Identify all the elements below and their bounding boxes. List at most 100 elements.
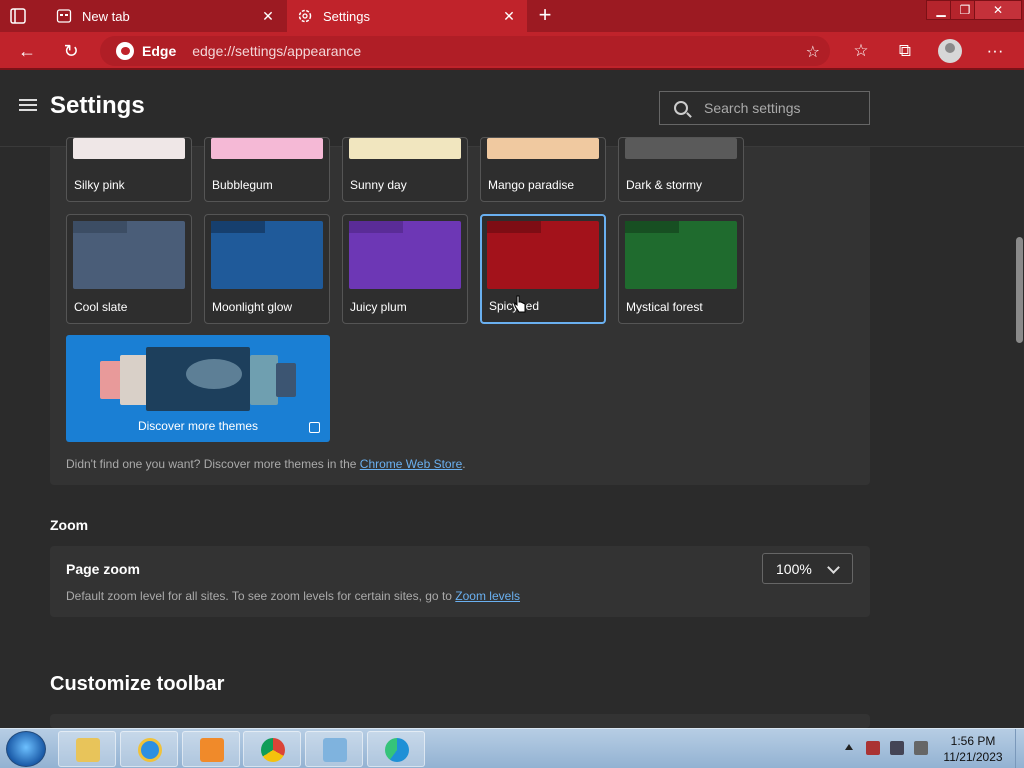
tab-title: New tab bbox=[82, 8, 130, 24]
reload-button[interactable]: ↻ bbox=[58, 38, 84, 64]
taskbar-ie[interactable] bbox=[120, 731, 178, 767]
search-input[interactable] bbox=[704, 100, 854, 116]
theme-moonlight-glow[interactable]: Moonlight glow bbox=[204, 214, 330, 324]
favorites-icon[interactable]: ☆ bbox=[848, 38, 874, 64]
media-player-icon bbox=[200, 738, 224, 762]
tab-settings[interactable]: Settings ✕ bbox=[287, 0, 527, 32]
add-favorite-icon[interactable]: ☆ bbox=[806, 42, 820, 62]
taskbar-control-panel[interactable] bbox=[305, 731, 363, 767]
theme-label: Sunny day bbox=[350, 178, 407, 192]
control-panel-icon bbox=[323, 738, 347, 762]
theme-mango-paradise[interactable]: Mango paradise bbox=[480, 137, 606, 202]
discover-more-themes-button[interactable]: Discover more themes bbox=[66, 335, 330, 442]
zoom-section-title: Zoom bbox=[50, 517, 89, 533]
edge-icon bbox=[385, 738, 409, 762]
customize-toolbar-title: Customize toolbar bbox=[50, 673, 225, 695]
search-box[interactable] bbox=[659, 91, 870, 125]
profile-avatar[interactable] bbox=[938, 39, 962, 63]
tab-title: Settings bbox=[323, 8, 370, 24]
address-brand: Edge bbox=[142, 43, 177, 59]
hand-cursor-icon bbox=[514, 295, 526, 313]
theme-label: Cool slate bbox=[74, 300, 128, 314]
theme-label: Mystical forest bbox=[626, 300, 703, 314]
theme-juicy-plum[interactable]: Juicy plum bbox=[342, 214, 468, 324]
scrollbar-track[interactable] bbox=[1014, 147, 1024, 728]
tab-strip: New tab ✕ Settings ✕ + ▁ ❐ ✕ bbox=[0, 0, 1024, 32]
volume-icon[interactable] bbox=[914, 741, 928, 755]
helper-text: Didn't find one you want? Discover more … bbox=[66, 457, 360, 471]
tab-new-tab[interactable]: New tab ✕ bbox=[46, 0, 286, 32]
flag-icon[interactable] bbox=[866, 741, 880, 755]
clock-date: 11/21/2023 bbox=[943, 750, 1003, 764]
taskbar-media-player[interactable] bbox=[182, 731, 240, 767]
browser-toolbar: ← ↻ Edge edge://settings/appearance ☆ ☆ … bbox=[0, 32, 1024, 70]
scrollbar-thumb[interactable] bbox=[1016, 237, 1023, 343]
themes-card: Silky pink Bubblegum Sunny day Mango par… bbox=[50, 137, 870, 485]
internet-explorer-icon bbox=[138, 738, 162, 762]
tab-close-icon[interactable]: ✕ bbox=[501, 8, 517, 25]
chrome-icon bbox=[261, 738, 285, 762]
zoom-value: 100% bbox=[776, 560, 812, 577]
back-button[interactable]: ← bbox=[14, 38, 40, 64]
helper-suffix: . bbox=[462, 457, 466, 471]
clock-time: 1:56 PM bbox=[950, 734, 996, 748]
gear-icon bbox=[297, 8, 313, 24]
network-icon[interactable] bbox=[890, 741, 904, 755]
theme-swatch bbox=[73, 221, 185, 289]
theme-silky-pink[interactable]: Silky pink bbox=[66, 137, 192, 202]
theme-label: Silky pink bbox=[74, 178, 125, 192]
tab-close-icon[interactable]: ✕ bbox=[260, 8, 276, 25]
external-link-icon bbox=[309, 422, 320, 433]
theme-spicy-red[interactable]: Spicy red bbox=[480, 214, 606, 324]
settings-header: Settings bbox=[0, 72, 1024, 147]
edge-logo-icon bbox=[116, 42, 134, 60]
chrome-web-store-link[interactable]: Chrome Web Store bbox=[360, 457, 463, 471]
address-url[interactable]: edge://settings/appearance bbox=[192, 43, 361, 59]
page-zoom-label: Page zoom bbox=[66, 561, 140, 577]
theme-swatch bbox=[625, 221, 737, 289]
tray-expand-icon[interactable] bbox=[845, 744, 853, 750]
zoom-desc-text: Default zoom level for all sites. To see… bbox=[66, 589, 456, 603]
theme-label: Mango paradise bbox=[488, 178, 575, 192]
themes-helper-text: Didn't find one you want? Discover more … bbox=[66, 457, 466, 471]
theme-swatch bbox=[625, 138, 737, 159]
customize-toolbar-card bbox=[50, 714, 870, 728]
theme-mystical-forest[interactable]: Mystical forest bbox=[618, 214, 744, 324]
close-window-button[interactable]: ✕ bbox=[974, 0, 1022, 20]
taskbar-edge[interactable] bbox=[367, 731, 425, 767]
theme-sunny-day[interactable]: Sunny day bbox=[342, 137, 468, 202]
tab-actions-icon[interactable] bbox=[8, 6, 28, 26]
collections-icon[interactable]: ⧉ bbox=[892, 38, 918, 64]
search-icon bbox=[674, 101, 688, 115]
theme-swatch bbox=[487, 138, 599, 159]
theme-dark-stormy[interactable]: Dark & stormy bbox=[618, 137, 744, 202]
page-zoom-description: Default zoom level for all sites. To see… bbox=[66, 589, 520, 603]
chevron-down-icon bbox=[827, 561, 840, 574]
address-bar[interactable]: Edge edge://settings/appearance ☆ bbox=[100, 36, 830, 66]
theme-label: Bubblegum bbox=[212, 178, 273, 192]
show-desktop-button[interactable] bbox=[1015, 729, 1024, 768]
zoom-levels-link[interactable]: Zoom levels bbox=[455, 589, 520, 603]
zoom-card: Page zoom Default zoom level for all sit… bbox=[50, 546, 870, 617]
windows-taskbar: 1:56 PM 11/21/2023 bbox=[0, 728, 1024, 768]
theme-swatch bbox=[349, 221, 461, 289]
discover-label: Discover more themes bbox=[137, 419, 259, 433]
page-title: Settings bbox=[50, 92, 145, 119]
start-button[interactable] bbox=[6, 731, 46, 767]
taskbar-explorer[interactable] bbox=[58, 731, 116, 767]
new-tab-icon bbox=[56, 8, 72, 24]
theme-swatch bbox=[349, 138, 461, 159]
menu-icon[interactable] bbox=[19, 99, 37, 113]
taskbar-chrome[interactable] bbox=[243, 731, 301, 767]
new-tab-button[interactable]: + bbox=[533, 4, 557, 28]
theme-swatch bbox=[211, 221, 323, 289]
theme-cool-slate[interactable]: Cool slate bbox=[66, 214, 192, 324]
theme-bubblegum[interactable]: Bubblegum bbox=[204, 137, 330, 202]
folder-icon bbox=[76, 738, 100, 762]
system-clock[interactable]: 1:56 PM 11/21/2023 bbox=[936, 733, 1010, 765]
theme-swatch bbox=[211, 138, 323, 159]
more-menu-icon[interactable]: ··· bbox=[982, 38, 1008, 64]
theme-label: Juicy plum bbox=[350, 300, 407, 314]
page-zoom-dropdown[interactable]: 100% bbox=[762, 553, 853, 584]
theme-swatch bbox=[73, 138, 185, 159]
